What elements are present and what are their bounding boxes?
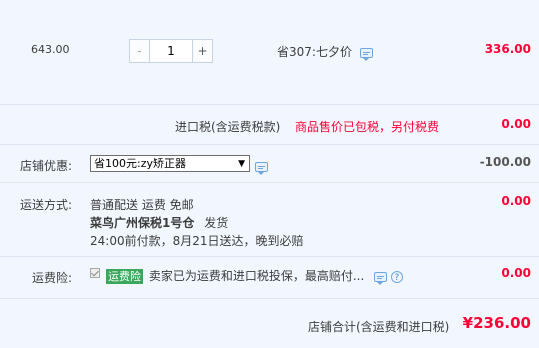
total-amount: ¥236.00 [462,314,531,332]
quantity-stepper[interactable]: - + [129,39,213,63]
shipping-method: 普通配送 运费 免邮 [90,198,194,212]
dropdown-arrow-icon: ▼ [238,159,245,169]
tax-note: 商品售价已包税，另付税费 [295,120,440,134]
insurance-amount: 0.00 [501,266,531,280]
divider [0,104,539,105]
shipping-label: 运送方式: [20,198,73,212]
unit-price: 643.00 [31,43,70,56]
total-label: 店铺合计(含运费和进口税) [308,320,450,334]
promo-text: 省307:七夕价 [277,45,352,59]
tax-label: 进口税(含运费税款) [175,120,281,134]
decrease-quantity-button[interactable]: - [130,40,150,62]
shipping-origin: 菜鸟广州保税1号仓 发货 [90,214,228,231]
coupon-select[interactable]: 省100元:zy矫正器 ▼ [90,155,250,172]
item-subtotal: 336.00 [484,42,531,56]
divider [0,256,539,257]
increase-quantity-button[interactable]: + [192,40,212,62]
chat-icon[interactable] [374,271,388,285]
insurance-label: 运费险: [32,271,73,285]
coupon-selected-value: 省100元:zy矫正器 [94,157,186,170]
chat-icon[interactable] [359,47,373,61]
delivery-promise: 24:00前付款，8月21日送达，晚到必赔 [90,234,304,248]
insurance-text: 卖家已为运费和进口税投保，最高赔付... [148,269,365,283]
divider [0,144,539,145]
insurance-info: 运费险 卖家已为运费和进口税投保，最高赔付... ? [106,267,403,285]
divider [0,298,539,299]
coupon-label: 店铺优惠: [20,159,73,173]
tax-amount: 0.00 [501,117,531,131]
chat-icon[interactable] [255,161,268,175]
help-icon[interactable]: ? [390,270,403,283]
warehouse-name: 菜鸟广州保税1号仓 [90,216,195,230]
coupon-amount: -100.00 [479,155,531,169]
insurance-badge: 运费险 [106,269,143,284]
divider [0,182,539,183]
quantity-input[interactable] [150,40,192,62]
ship-text: 发货 [204,216,229,230]
promo-info: 省307:七夕价 [277,43,373,61]
shipping-amount: 0.00 [501,194,531,208]
insurance-checkbox[interactable] [90,268,100,278]
